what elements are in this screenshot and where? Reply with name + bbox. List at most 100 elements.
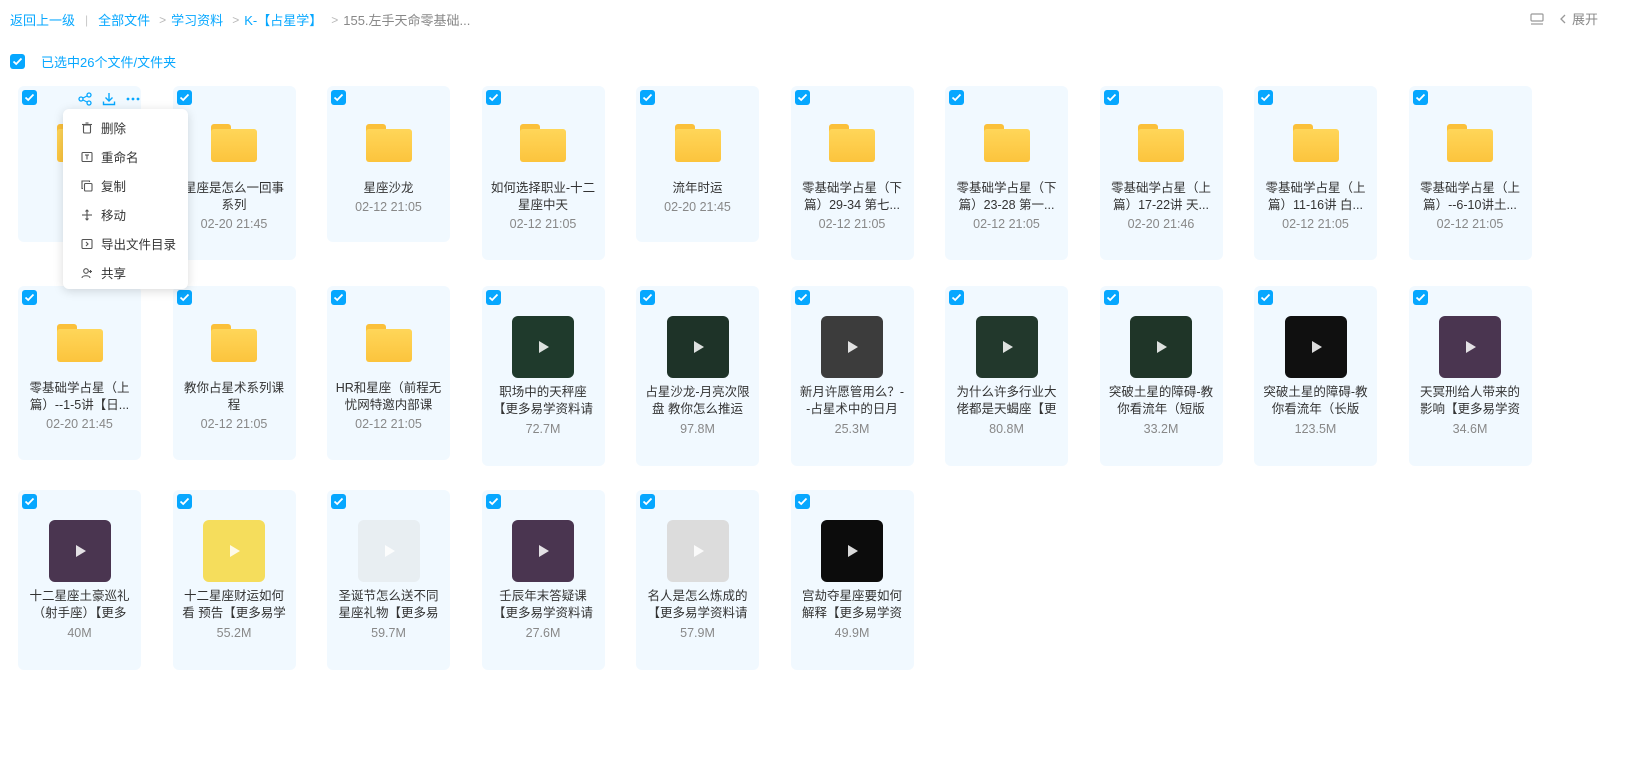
file-checkbox[interactable]: [485, 90, 501, 105]
select-all-bar: 已选中26个文件/文件夹: [10, 52, 176, 71]
file-date: 02-20 21:45: [46, 417, 113, 431]
play-icon: [1311, 341, 1322, 353]
file-name: 零基础学占星（上篇）--1-5讲【日...: [29, 381, 130, 412]
view-toggle-icon[interactable]: [1530, 12, 1544, 25]
file-checkbox[interactable]: [331, 290, 346, 305]
file-checkbox[interactable]: [640, 290, 655, 305]
menu-item-copy[interactable]: 复制: [63, 171, 188, 200]
chevron-left-icon: [1560, 14, 1566, 23]
file-date: 02-12 21:05: [1436, 217, 1504, 231]
file-checkbox[interactable]: [176, 290, 192, 305]
video-card[interactable]: 占星沙龙-月亮次限盘 教你怎么推运 97.8M: [636, 286, 759, 466]
menu-item-share[interactable]: 共享: [63, 258, 188, 287]
folder-card[interactable]: 如何选择职业-十二星座中天 02-12 21:05: [481, 86, 605, 260]
video-card[interactable]: 天冥刑给人带来的影响【更多易学资 34.6M: [1408, 286, 1532, 466]
top-bar: 返回上一级 | 全部文件 > 学习资料 > K-【占星学】 > 155.左手天命…: [0, 0, 1626, 36]
menu-item-delete[interactable]: 删除: [63, 113, 188, 142]
file-checkbox[interactable]: [176, 90, 192, 105]
file-checkbox[interactable]: [794, 494, 810, 509]
folder-card[interactable]: 零基础学占星（上篇）--1-5讲【日... 02-20 21:45: [18, 286, 141, 460]
file-checkbox[interactable]: [1258, 290, 1273, 305]
video-card[interactable]: 突破土星的障碍-教你看流年（短版 33.2M: [1099, 286, 1223, 466]
breadcrumb-divider: |: [85, 12, 89, 27]
menu-item-label: 复制: [101, 180, 127, 194]
file-checkbox[interactable]: [640, 494, 655, 509]
folder-card[interactable]: 零基础学占星（下篇）23-28 第一... 02-12 21:05: [945, 86, 1068, 260]
file-checkbox[interactable]: [1412, 290, 1428, 305]
file-checkbox[interactable]: [331, 494, 346, 509]
video-card[interactable]: 十二星座土豪巡礼（射手座）【更多 40M: [18, 490, 141, 670]
video-thumbnail: [666, 316, 729, 378]
file-checkbox[interactable]: [949, 290, 964, 305]
video-card[interactable]: 突破土星的障碍-教你看流年（长版 123.5M: [1254, 286, 1377, 466]
file-checkbox[interactable]: [794, 290, 810, 305]
folder-icon: [1138, 124, 1184, 162]
breadcrumb-item-study[interactable]: 学习资料: [171, 10, 223, 29]
folder-card[interactable]: 零基础学占星（上篇）17-22讲 天... 02-20 21:46: [1099, 86, 1223, 260]
play-icon: [1002, 341, 1013, 353]
file-checkbox[interactable]: [22, 90, 37, 105]
file-checkbox[interactable]: [1258, 90, 1273, 105]
breadcrumb-arrow-icon: >: [159, 12, 167, 27]
file-checkbox[interactable]: [794, 90, 810, 105]
file-checkbox[interactable]: [176, 494, 192, 509]
file-name: 如何选择职业-十二星座中天: [490, 181, 596, 212]
select-all-checkbox[interactable]: [10, 54, 25, 69]
file-checkbox[interactable]: [949, 90, 964, 105]
video-thumbnail: [1439, 316, 1501, 378]
file-checkbox[interactable]: [1103, 90, 1119, 105]
file-name: 新月许愿管用么？--占星术中的日月: [799, 385, 905, 416]
file-checkbox[interactable]: [640, 90, 655, 105]
folder-card[interactable]: 零基础学占星（下篇）29-34 第七... 02-12 21:05: [790, 86, 914, 260]
file-checkbox[interactable]: [1103, 290, 1119, 305]
share-icon[interactable]: [78, 92, 92, 106]
file-checkbox[interactable]: [485, 290, 501, 305]
video-thumbnail: [1130, 316, 1192, 378]
file-size: 49.9M: [834, 626, 870, 640]
menu-item-rename[interactable]: 重命名: [63, 142, 188, 171]
file-size: 34.6M: [1452, 422, 1488, 436]
video-card[interactable]: 宫劫夺星座要如何解释【更多易学资 49.9M: [790, 490, 914, 670]
file-checkbox[interactable]: [485, 494, 501, 509]
menu-item-export[interactable]: 导出文件目录: [63, 229, 188, 258]
download-icon[interactable]: [102, 92, 116, 106]
video-card[interactable]: 名人是怎么炼成的【更多易学资料请 57.9M: [636, 490, 759, 670]
file-size: 59.7M: [371, 626, 406, 640]
video-card[interactable]: 十二星座财运如何看 预告【更多易学 55.2M: [172, 490, 296, 670]
folder-icon: [365, 324, 412, 362]
folder-card[interactable]: HR和星座（前程无忧网特邀内部课 02-12 21:05: [327, 286, 450, 460]
file-checkbox[interactable]: [331, 90, 346, 105]
folder-card[interactable]: 零基础学占星（上篇）--6-10讲土... 02-12 21:05: [1408, 86, 1532, 260]
file-size: 57.9M: [680, 626, 715, 640]
file-name: 宫劫夺星座要如何解释【更多易学资: [801, 589, 902, 620]
folder-card[interactable]: 教你占星术系列课程 02-12 21:05: [172, 286, 296, 460]
more-icon[interactable]: [126, 92, 140, 106]
video-card[interactable]: 壬辰年末答疑课【更多易学资料请 27.6M: [481, 490, 605, 670]
trash-icon: [82, 121, 92, 134]
file-size: 123.5M: [1294, 422, 1337, 436]
folder-card[interactable]: 流年时运 02-20 21:45: [636, 86, 759, 242]
menu-item-move[interactable]: 移动: [63, 200, 188, 229]
file-date: 02-12 21:05: [355, 200, 422, 214]
video-card[interactable]: 职场中的天秤座【更多易学资料请 72.7M: [481, 286, 605, 466]
folder-card[interactable]: 星座是怎么一回事系列 02-20 21:45: [172, 86, 296, 260]
play-icon: [230, 545, 240, 557]
folder-icon: [211, 124, 257, 162]
file-checkbox[interactable]: [22, 494, 37, 509]
file-name: 占星沙龙-月亮次限盘 教你怎么推运: [645, 385, 750, 416]
breadcrumb-item-all-files[interactable]: 全部文件: [98, 10, 150, 29]
video-card[interactable]: 为什么许多行业大佬都是天蝎座【更 80.8M: [945, 286, 1068, 466]
expand-label: 展开: [1571, 12, 1598, 27]
video-card[interactable]: 新月许愿管用么？--占星术中的日月 25.3M: [790, 286, 914, 466]
back-link[interactable]: 返回上一级: [10, 10, 75, 29]
file-checkbox[interactable]: [1412, 90, 1428, 105]
file-checkbox[interactable]: [22, 290, 37, 305]
file-name: 流年时运: [672, 181, 723, 195]
folder-card[interactable]: 星座沙龙 02-12 21:05: [327, 86, 450, 242]
video-card[interactable]: 圣诞节怎么送不同星座礼物【更多易 59.7M: [327, 490, 450, 670]
file-date: 02-12 21:05: [509, 217, 577, 231]
breadcrumb-item-astrology[interactable]: K-【占星学】: [244, 10, 322, 29]
expand-button[interactable]: 展开: [1558, 9, 1598, 28]
folder-card[interactable]: 零基础学占星（上篇）11-16讲 白... 02-12 21:05: [1254, 86, 1377, 260]
file-size: 40M: [67, 626, 92, 640]
